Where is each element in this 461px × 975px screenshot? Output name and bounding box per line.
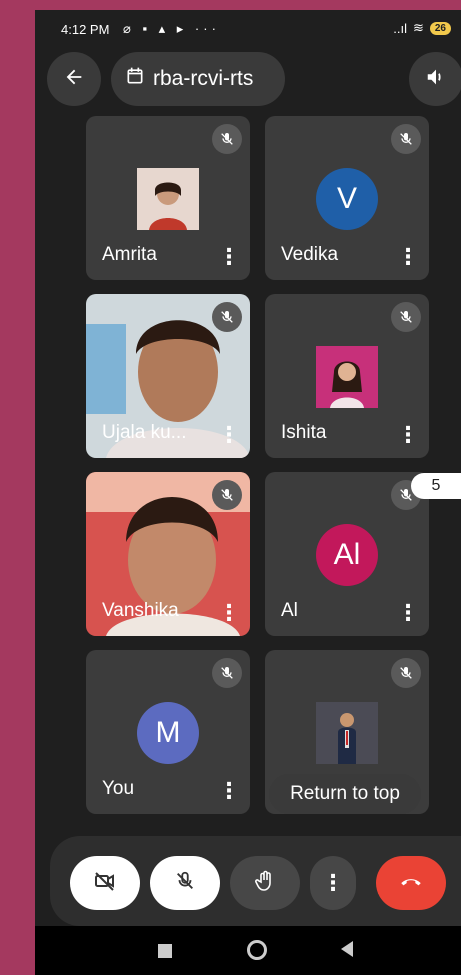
- end-call-button[interactable]: [376, 856, 446, 910]
- mic-off-icon: [212, 124, 242, 154]
- participant-name: Amrita: [102, 244, 157, 265]
- participant-name: Vedika: [281, 244, 339, 265]
- more-options-button[interactable]: ⋮: [310, 856, 356, 910]
- overflow-count-badge[interactable]: 5: [411, 473, 461, 499]
- wifi-icon: ≋: [412, 20, 424, 35]
- recents-button[interactable]: [158, 944, 172, 958]
- call-end-icon: [398, 868, 424, 899]
- participant-tile[interactable]: Amrita ⋮: [86, 116, 250, 280]
- more-vert-icon[interactable]: ⋮: [397, 602, 419, 624]
- mic-off-icon: [212, 658, 242, 688]
- video-off-icon: [93, 869, 117, 898]
- status-right: ..ıl ≋ 26: [393, 20, 451, 36]
- avatar: V: [316, 168, 378, 230]
- more-vert-icon[interactable]: ⋮: [397, 424, 419, 446]
- avatar: [316, 346, 378, 408]
- meeting-header: rba-rcvi-rts: [35, 48, 461, 106]
- system-nav-bar: [35, 926, 461, 975]
- participant-tile[interactable]: Al Al ⋮: [265, 472, 429, 636]
- participant-tile[interactable]: Ujala ku... ⋮: [86, 294, 250, 458]
- signal-icon: ..ıl: [393, 20, 407, 36]
- more-vert-icon[interactable]: ⋮: [218, 780, 240, 802]
- mic-toggle-button[interactable]: [150, 856, 220, 910]
- mic-off-icon: [174, 870, 196, 897]
- status-bar: 4:12 PM ⌀ ▪ ▴ ▸ ··· ..ıl ≋ 26: [35, 10, 461, 50]
- mic-off-icon: [212, 480, 242, 510]
- more-vert-icon[interactable]: ⋮: [397, 246, 419, 268]
- participant-name: Ujala ku...: [102, 422, 187, 443]
- mic-off-icon: [212, 302, 242, 332]
- avatar: [137, 168, 199, 230]
- speaker-icon: [425, 66, 447, 93]
- raise-hand-button[interactable]: [230, 856, 300, 910]
- camera-toggle-button[interactable]: [70, 856, 140, 910]
- participant-tile[interactable]: V Vedika ⋮: [265, 116, 429, 280]
- participant-tile[interactable]: Vanshika ⋮: [86, 472, 250, 636]
- mic-off-icon: [391, 658, 421, 688]
- call-controls: ⋮: [50, 836, 461, 926]
- meeting-info-button[interactable]: rba-rcvi-rts: [111, 52, 285, 106]
- avatar: [316, 702, 378, 764]
- more-vert-icon[interactable]: ⋮: [218, 602, 240, 624]
- calendar-icon: [125, 66, 145, 92]
- participant-name: You: [102, 778, 135, 799]
- audio-output-button[interactable]: [409, 52, 461, 106]
- back-button[interactable]: [47, 52, 101, 106]
- more-vert-icon[interactable]: ⋮: [218, 246, 240, 268]
- home-button[interactable]: [247, 940, 267, 960]
- return-to-top-button[interactable]: Return to top: [269, 774, 421, 814]
- participant-name: Vanshika: [102, 600, 179, 621]
- participant-name: Al: [281, 600, 298, 621]
- more-vert-icon: ⋮: [322, 870, 344, 895]
- battery-icon: 26: [429, 21, 451, 35]
- notification-icons: ⌀ ▪ ▴ ▸ ···: [123, 21, 220, 36]
- mic-off-icon: [391, 302, 421, 332]
- avatar: M: [137, 702, 199, 764]
- phone-screen: 4:12 PM ⌀ ▪ ▴ ▸ ··· ..ıl ≋ 26 rba-rcvi-r…: [35, 10, 461, 975]
- hand-icon: [253, 869, 277, 898]
- mic-off-icon: [391, 124, 421, 154]
- nav-back-button[interactable]: [341, 941, 353, 957]
- meeting-code: rba-rcvi-rts: [153, 67, 254, 90]
- more-vert-icon[interactable]: ⋮: [218, 424, 240, 446]
- arrow-left-icon: [63, 64, 85, 95]
- participant-name: Ishita: [281, 422, 327, 443]
- participant-tile[interactable]: Ishita ⋮: [265, 294, 429, 458]
- participant-tile[interactable]: M You ⋮: [86, 650, 250, 814]
- status-time: 4:12 PM: [61, 22, 110, 37]
- avatar: Al: [316, 524, 378, 586]
